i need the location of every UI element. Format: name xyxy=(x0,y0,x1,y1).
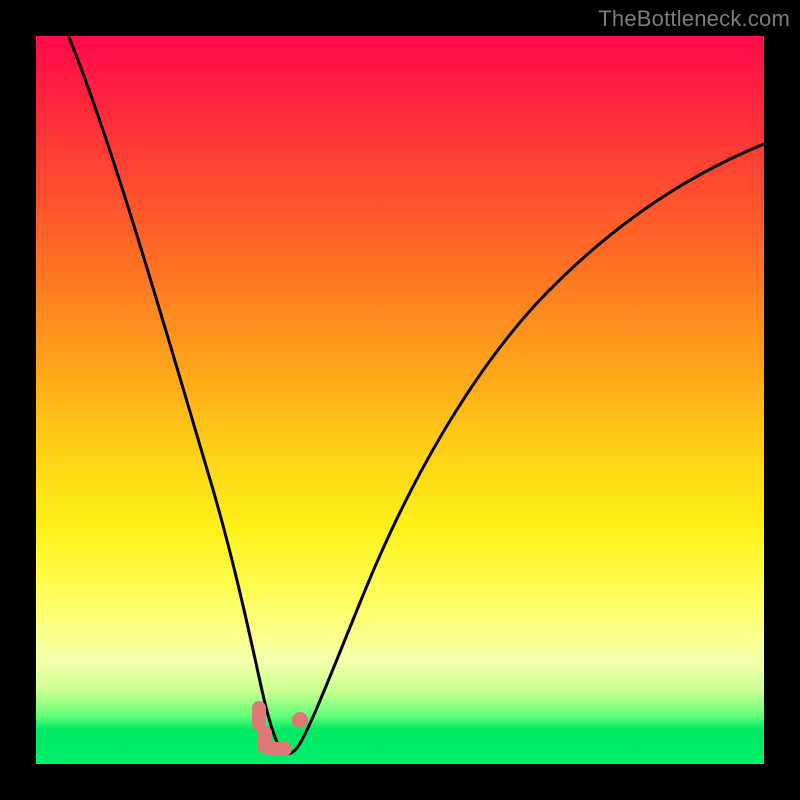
plot-area xyxy=(36,36,764,764)
watermark-text: TheBottleneck.com xyxy=(598,6,790,32)
chart-frame: TheBottleneck.com xyxy=(0,0,800,800)
trough-markers xyxy=(252,701,308,756)
marker-right xyxy=(292,712,308,728)
bottleneck-curve xyxy=(36,36,764,764)
marker-bottom-b xyxy=(266,742,292,756)
